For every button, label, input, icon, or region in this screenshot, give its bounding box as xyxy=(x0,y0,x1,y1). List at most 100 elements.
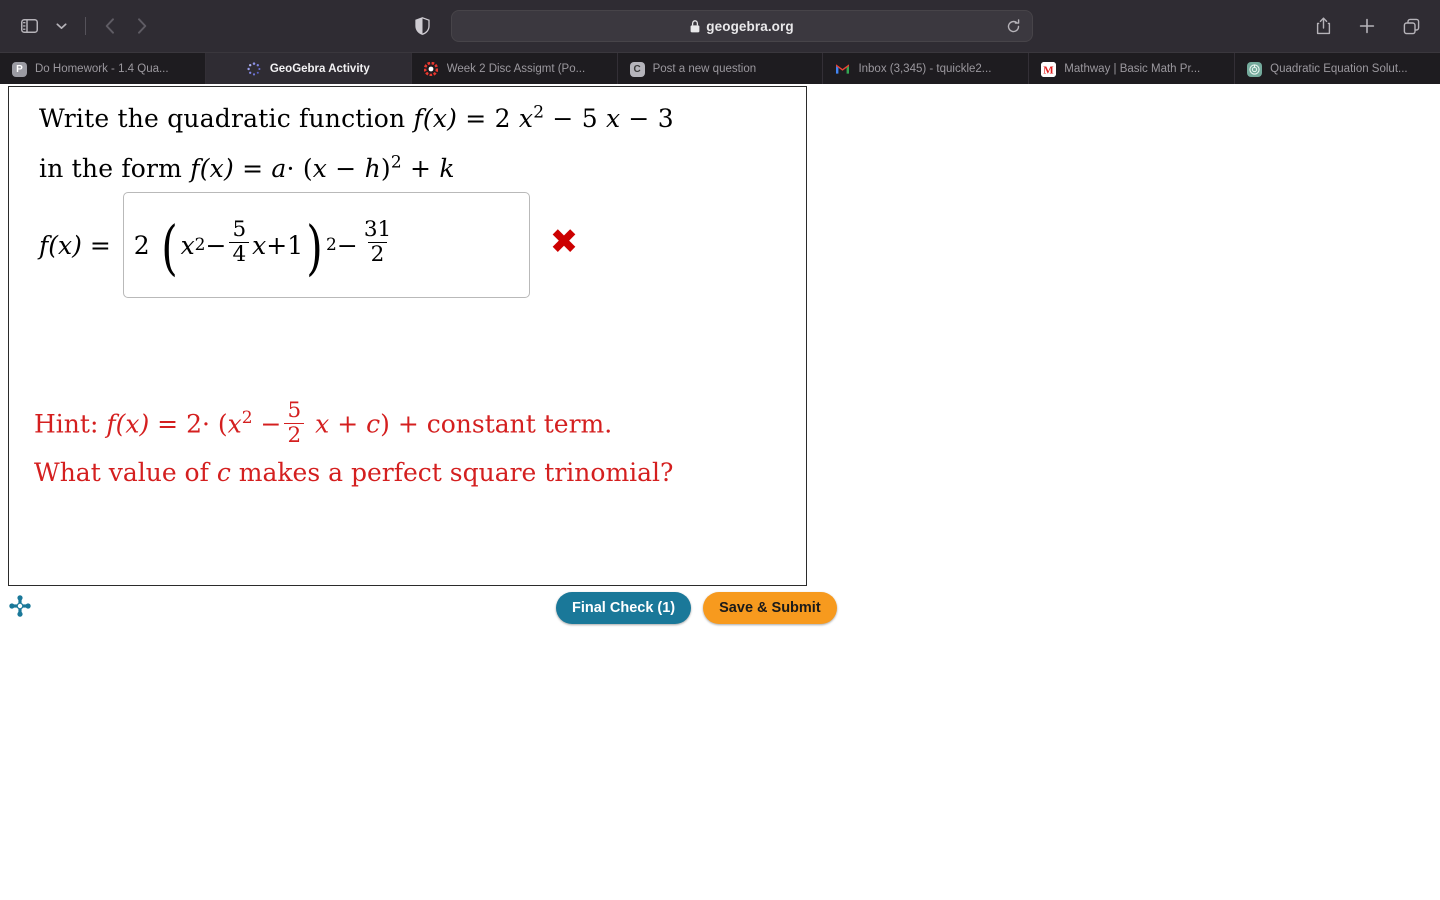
page-content: Write the quadratic function f(x) = 2 x2… xyxy=(0,84,1440,900)
form-dot: · xyxy=(286,154,295,183)
answer-of-x: (x) xyxy=(48,230,82,260)
prompt-coef-b: 5 xyxy=(581,104,598,133)
geogebra-logo-icon[interactable] xyxy=(9,595,31,617)
toolbar-left-group xyxy=(14,11,157,41)
browser-tab-geogebra-activity[interactable]: GeoGebra Activity xyxy=(205,53,412,85)
geogebra-applet-panel: Write the quadratic function f(x) = 2 x2… xyxy=(8,86,807,586)
hint-plus-2: + xyxy=(397,409,419,439)
tab-title: GeoGebra Activity xyxy=(269,63,370,75)
lock-icon xyxy=(690,19,700,32)
applet-footer: Final Check (1) Save & Submit xyxy=(0,589,837,639)
tab-title: Week 2 Disc Assigmt (Po... xyxy=(446,63,586,75)
prompt-coef-a: 2 xyxy=(494,104,511,133)
answer-inner-x: x xyxy=(180,230,195,260)
hint-open-paren: ( xyxy=(217,409,228,439)
answer-inner-minus: − xyxy=(205,230,227,260)
address-bar[interactable]: geogebra.org xyxy=(451,10,1033,42)
share-icon[interactable] xyxy=(1308,11,1338,41)
browser-tab-do-homework[interactable]: P Do Homework - 1.4 Qua... xyxy=(0,53,206,85)
browser-tab-post-a-new-question[interactable]: C Post a new question xyxy=(618,53,824,85)
form-exponent: 2 xyxy=(390,152,402,173)
url-text: geogebra.org xyxy=(706,18,794,34)
hint-exponent: 2 xyxy=(241,408,253,429)
hint-question-pre: What value of xyxy=(34,458,209,487)
prompt-minus-1: − xyxy=(552,104,574,133)
tab-title: Quadratic Equation Solut... xyxy=(1270,63,1408,75)
form-close-paren: ) xyxy=(380,154,391,183)
form-x: x xyxy=(312,154,328,183)
address-content: geogebra.org xyxy=(690,18,794,34)
hint-x: x xyxy=(227,409,242,439)
toolbar-center-group: geogebra.org xyxy=(0,10,1440,42)
prompt-minus-2: − xyxy=(628,104,650,133)
hint-coef: 2 xyxy=(186,409,202,439)
prompt-const: 3 xyxy=(657,104,674,133)
browser-tab-week2-disc-assignment[interactable]: Week 2 Disc Assigmt (Po... xyxy=(412,53,618,85)
browser-tab-quadratic-equation-solution[interactable]: Quadratic Equation Solut... xyxy=(1235,53,1440,85)
tab-overview-icon[interactable] xyxy=(1396,11,1426,41)
answer-inner-const: 1 xyxy=(287,230,304,260)
answer-lhs-label: f(x) = xyxy=(39,231,111,260)
fraction-numerator: 5 xyxy=(232,216,247,242)
hint-plus: + xyxy=(337,409,359,439)
form-minus: − xyxy=(335,154,357,183)
red-ring-favicon-icon xyxy=(424,62,439,77)
reload-icon[interactable] xyxy=(1002,15,1024,37)
save-and-submit-button[interactable]: Save & Submit xyxy=(703,592,837,624)
answer-f: f xyxy=(39,230,49,260)
privacy-shield-icon[interactable] xyxy=(407,11,437,41)
chevron-down-icon[interactable] xyxy=(46,11,76,41)
hint-line-1: Hint: f(x) = 2· (x2 −5 2 x + c) + constan… xyxy=(34,397,612,450)
fraction-denominator: 2 xyxy=(284,423,305,448)
form-equals: = xyxy=(242,154,264,183)
gmail-favicon-icon xyxy=(835,62,850,77)
fraction-denominator: 4 xyxy=(229,242,250,267)
answer-row: f(x) = 2 (x 2 −5 4 x + 1) 2 −31 2 ✖ xyxy=(39,192,578,298)
back-arrow-icon[interactable] xyxy=(95,11,125,41)
tab-title: Inbox (3,345) - tquickle2... xyxy=(858,63,992,75)
tab-title: Post a new question xyxy=(652,63,757,75)
new-tab-plus-icon[interactable] xyxy=(1352,11,1382,41)
prompt-of-x: (x) xyxy=(422,104,458,133)
answer-input-field[interactable]: 2 (x 2 −5 4 x + 1) 2 −31 2 xyxy=(122,192,530,298)
hint-f: f xyxy=(106,409,116,439)
answer-equals: = xyxy=(89,230,111,260)
hint-of-x: (x) xyxy=(115,409,150,439)
browser-tab-gmail-inbox[interactable]: Inbox (3,345) - tquickle2... xyxy=(823,53,1030,85)
hint-line-2: What value of c makes a perfect square t… xyxy=(34,458,673,487)
answer-lead-coef: 2 xyxy=(133,230,150,260)
tab-title: Mathway | Basic Math Pr... xyxy=(1064,63,1201,75)
prompt-line-2: in the form f(x) = a· (x − h)2 + k xyxy=(39,154,455,183)
answer-fraction-31-2: 31 2 xyxy=(361,216,394,267)
browser-tab-bar: P Do Homework - 1.4 Qua... GeoGebra Acti… xyxy=(0,52,1440,85)
hint-fraction-5-2: 52 xyxy=(284,397,305,448)
answer-fraction-5-4: 54 xyxy=(229,216,250,267)
prompt-exponent: 2 xyxy=(533,102,545,123)
browser-tab-mathway[interactable]: M Mathway | Basic Math Pr... xyxy=(1029,53,1236,85)
fraction-denominator: 2 xyxy=(367,242,388,267)
course-hero-favicon-icon: C xyxy=(629,61,645,77)
prompt-text-2: in the form xyxy=(39,154,183,183)
prompt-var-x-2: x xyxy=(605,104,621,133)
browser-chrome: geogebra.org P Do Homework - 1.4 Qua... … xyxy=(0,0,1440,85)
hint-c: c xyxy=(366,409,381,439)
answer-outer-minus: − xyxy=(336,230,358,260)
browser-toolbar: geogebra.org xyxy=(0,0,1440,52)
final-check-button[interactable]: Final Check (1) xyxy=(556,592,692,624)
prompt-text-1: Write the quadratic function xyxy=(39,104,406,133)
prompt-f: f xyxy=(413,104,423,133)
fraction-numerator: 31 xyxy=(363,216,392,242)
prompt-equals: = xyxy=(465,104,487,133)
form-open-paren: ( xyxy=(302,154,313,183)
answer-inner-plus: + xyxy=(266,230,288,260)
sidebar-toggle-icon[interactable] xyxy=(14,11,44,41)
fraction-numerator: 5 xyxy=(287,397,302,423)
svg-text:M: M xyxy=(1044,64,1055,76)
tab-title: Do Homework - 1.4 Qua... xyxy=(35,63,169,75)
prompt-var-x: x xyxy=(518,104,534,133)
geogebra-spinner-icon xyxy=(247,62,262,77)
hint-label: Hint: xyxy=(34,409,99,439)
form-a: a xyxy=(271,154,287,183)
form-of-x: (x) xyxy=(199,154,234,183)
forward-arrow-icon[interactable] xyxy=(127,11,157,41)
